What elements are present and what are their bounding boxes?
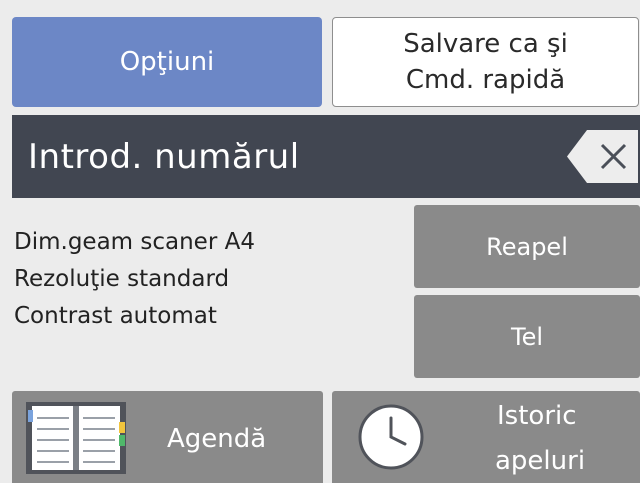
number-entry-field[interactable]: Introd. numărul (12, 115, 640, 198)
save-as-shortcut-button[interactable]: Salvare ca şi Cmd. rapidă (332, 17, 639, 107)
setting-resolution: Rezoluţie standard (14, 266, 230, 292)
setting-contrast: Contrast automat (14, 303, 217, 329)
call-history-button[interactable]: Istoric apeluri (332, 391, 640, 483)
save-button-label-line2: Cmd. rapidă (405, 65, 566, 95)
address-book-icon (26, 402, 126, 474)
tel-button[interactable]: Tel (414, 295, 640, 378)
number-entry-prompt: Introd. numărul (28, 136, 300, 177)
options-button[interactable]: Opţiuni (12, 17, 322, 107)
save-button-label-line1: Salvare ca şi (403, 29, 568, 59)
scan-settings-summary: Dim.geam scaner A4 Rezoluţie standard Co… (14, 224, 255, 335)
clock-icon (358, 404, 424, 470)
call-history-label-line2: apeluri (495, 446, 586, 476)
address-book-button[interactable]: Agendă (12, 391, 323, 483)
setting-scan-size: Dim.geam scaner A4 (14, 229, 255, 255)
redial-button-label: Reapel (486, 232, 568, 261)
tel-button-label: Tel (510, 322, 543, 351)
backspace-icon[interactable] (567, 130, 638, 183)
redial-button[interactable]: Reapel (414, 205, 640, 288)
address-book-label: Agendă (167, 424, 267, 454)
options-button-label: Opţiuni (119, 47, 215, 77)
call-history-label-line1: Istoric (497, 401, 577, 431)
